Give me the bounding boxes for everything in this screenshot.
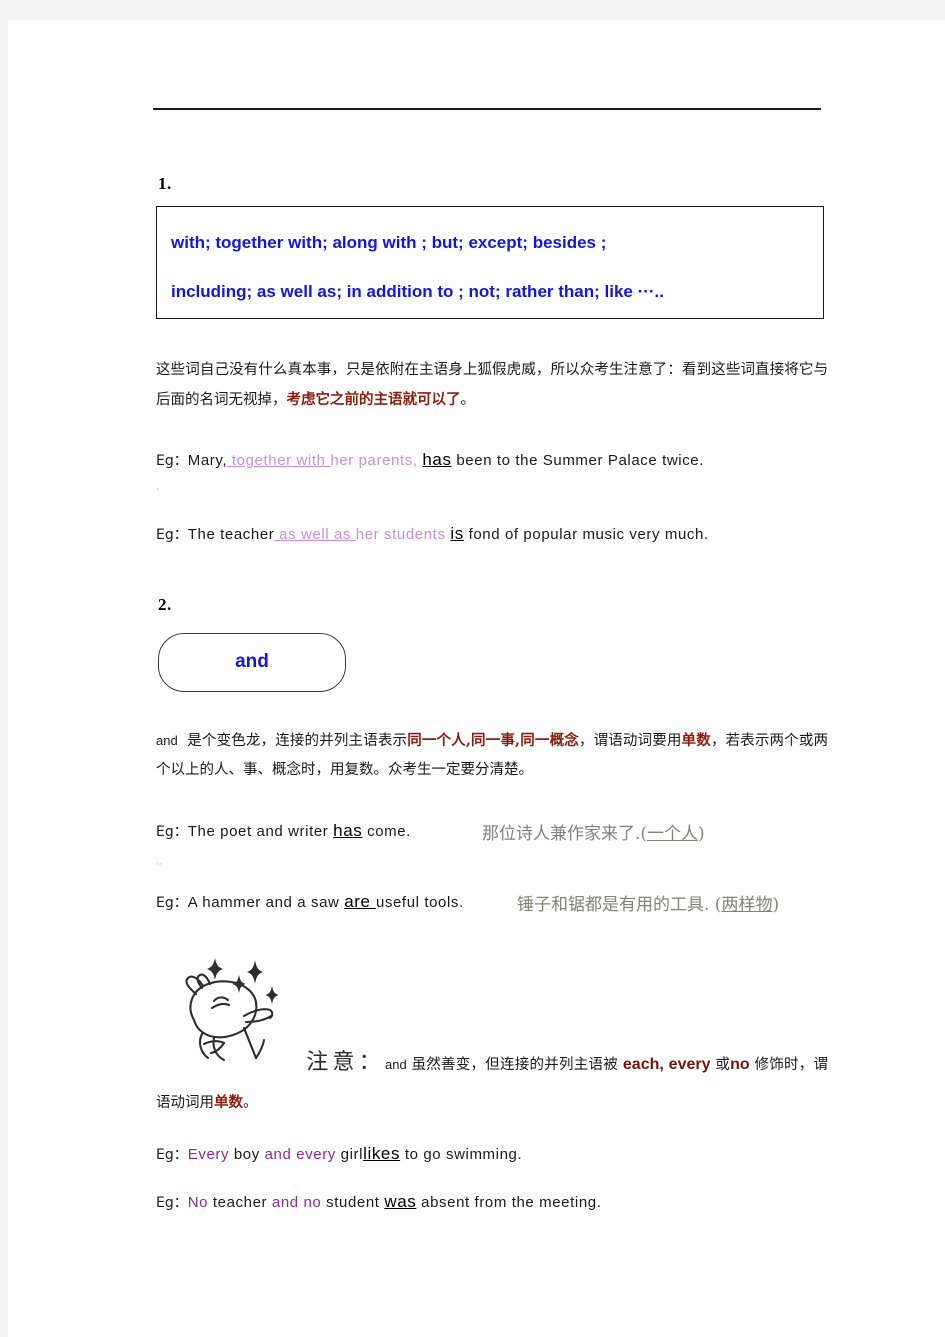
eg6-word-5: student (326, 1194, 380, 1211)
explanation2-part1: 是个变色龙，连接的并列主语表示 (187, 733, 408, 749)
note-part3: 。 (243, 1095, 258, 1111)
eg5-word-1: Every (187, 1146, 230, 1163)
section-2-number: 2. (158, 595, 172, 614)
section-2-note: 注意：and 虽然善变，但连接的并列主语被 each, every 或no 修饰… (156, 1044, 828, 1122)
eg2-verb: is (450, 524, 464, 543)
gloss2-underlined: 两样物 (721, 895, 773, 915)
section-2-explanation: and 是个变色龙，连接的并列主语表示同一个人,同一事,同一概念，谓语动词要用单… (156, 726, 828, 785)
document-page: 1. with; together with; along with ; but… (8, 20, 945, 1337)
example-sentence-2: Eg：The teacher as well as her students i… (156, 524, 856, 544)
eg2-modifier-object: her students (355, 526, 446, 543)
example-sentence-1: Eg：Mary, together with her parents, has … (156, 450, 856, 470)
example-3-chinese-gloss: 那位诗人兼作家来了.(一个人) (482, 819, 705, 844)
note-mid: 或 (715, 1057, 731, 1073)
explanation2-lead-word: and (156, 733, 178, 748)
example-sentence-5: Eg：Every boy and every girllikes to go s… (156, 1144, 856, 1164)
eg2-modifier-phrase: as well as (274, 526, 356, 543)
note-keyword-every: every (668, 1056, 711, 1073)
eg1-modifier-object: her parents, (330, 452, 418, 469)
explanation-text-part1: 这些词自己没有什么真本事，只是依附在主语身上狐假虎威，所以众考生注意了：看到这些… (156, 362, 828, 408)
eg3-verb: has (333, 821, 363, 840)
explanation-text-part2: 。 (460, 392, 476, 408)
note-keyword-each: each, (622, 1056, 664, 1073)
eg5-word-2: boy (229, 1146, 265, 1163)
eg-label: Eg： (156, 895, 188, 911)
example-sentence-6: Eg：No teacher and no student was absent … (156, 1192, 856, 1212)
eg5-word-5: girl (340, 1146, 364, 1163)
eg-label: Eg： (156, 1195, 188, 1211)
note-keyword-no: no (730, 1056, 750, 1073)
gloss1-underlined: 一个人 (647, 824, 699, 844)
and-box-label: and (235, 651, 269, 672)
gloss1-pre: 那位诗人兼作家来了.( (482, 824, 648, 844)
gloss2-post: ) (772, 895, 780, 915)
note-part1: 虽然善变，但连接的并列主语被 (411, 1057, 619, 1073)
explanation2-emphasis-1: 同一个人,同一事,同一概念 (407, 732, 579, 749)
eg6-verb: was (384, 1192, 417, 1211)
eg1-pre: Mary, (187, 452, 228, 469)
stray-mark-1: ˈ (156, 488, 159, 498)
eg2-post: fond of popular music very much. (463, 526, 709, 543)
word-box-line-1: with; together with; along with ; but; e… (171, 233, 607, 252)
eg2-pre: The teacher (187, 526, 275, 543)
eg6-word-4: no (298, 1194, 327, 1211)
section-2-and-box: and (158, 633, 346, 692)
eg6-word-3: and (271, 1194, 299, 1211)
eg3-pre: The poet and writer (187, 823, 329, 840)
eg6-word-1: No (187, 1194, 209, 1211)
word-box-line-2: including; as well as; in addition to ; … (171, 282, 665, 301)
eg4-pre: A hammer and a saw (187, 894, 340, 911)
eg4-post: useful tools. (375, 894, 464, 911)
section-1-word-box: with; together with; along with ; but; e… (156, 206, 824, 319)
explanation2-part2: ，谓语动词要用 (578, 733, 682, 749)
top-horizontal-rule (153, 108, 821, 110)
explanation-emphasis: 考虑它之前的主语就可以了 (286, 391, 461, 408)
eg3-post: come. (362, 823, 411, 840)
eg5-word-4: every (291, 1146, 341, 1163)
gloss1-post: ) (698, 824, 705, 844)
note-lead-word: and (385, 1057, 407, 1072)
explanation2-emphasis-2: 单数 (681, 732, 711, 749)
eg6-word-2: teacher (208, 1194, 272, 1211)
example-4-chinese-gloss: 锤子和锯都是有用的工具. (两样物) (517, 890, 779, 915)
gloss2-pre: 锤子和锯都是有用的工具. ( (517, 895, 722, 915)
note-emphasis: 单数 (214, 1094, 243, 1111)
eg-label: Eg： (156, 824, 188, 840)
eg4-verb: are (344, 892, 376, 911)
section-1-number: 1. (158, 174, 172, 193)
stray-mark-2: ·· (156, 860, 162, 870)
note-heading: 注意： (306, 1050, 385, 1075)
eg1-modifier-phrase: together with (227, 452, 331, 469)
eg5-verb: likes (363, 1144, 401, 1163)
eg5-word-3: and (264, 1146, 292, 1163)
section-1-explanation: 这些词自己没有什么真本事，只是依附在主语身上狐假虎威，所以众考生注意了：看到这些… (156, 356, 828, 415)
eg5-post: to go swimming. (400, 1146, 523, 1163)
eg1-verb: has (422, 450, 452, 469)
eg6-post: absent from the meeting. (416, 1194, 602, 1211)
eg-label: Eg： (156, 1147, 188, 1163)
eg-label: Eg： (156, 453, 188, 469)
eg1-post: been to the Summer Palace twice. (451, 452, 705, 469)
eg-label: Eg： (156, 527, 188, 543)
